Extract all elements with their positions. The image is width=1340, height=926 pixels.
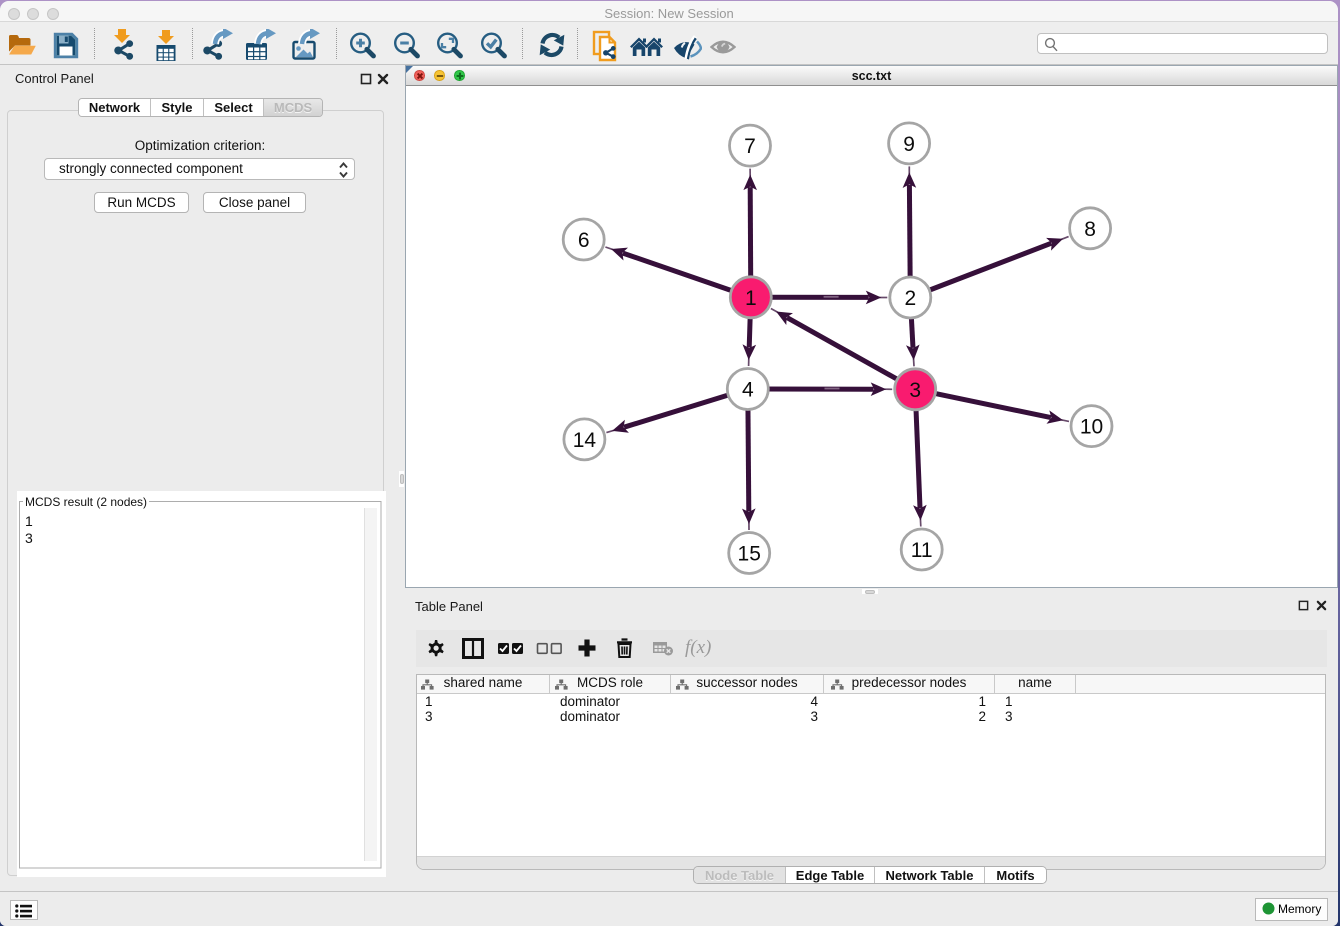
- svg-text:7: 7: [744, 135, 756, 158]
- svg-text:2: 2: [904, 287, 916, 310]
- svg-text:14: 14: [573, 429, 597, 452]
- svg-text:15: 15: [738, 543, 761, 566]
- svg-text:6: 6: [578, 229, 590, 252]
- svg-text:1: 1: [745, 287, 757, 310]
- svg-text:11: 11: [911, 539, 933, 562]
- svg-text:9: 9: [903, 133, 915, 156]
- svg-text:10: 10: [1080, 416, 1103, 439]
- svg-text:8: 8: [1084, 218, 1096, 241]
- svg-text:f(x): f(x): [685, 637, 711, 658]
- svg-text:3: 3: [909, 379, 921, 402]
- svg-text:4: 4: [742, 379, 754, 402]
